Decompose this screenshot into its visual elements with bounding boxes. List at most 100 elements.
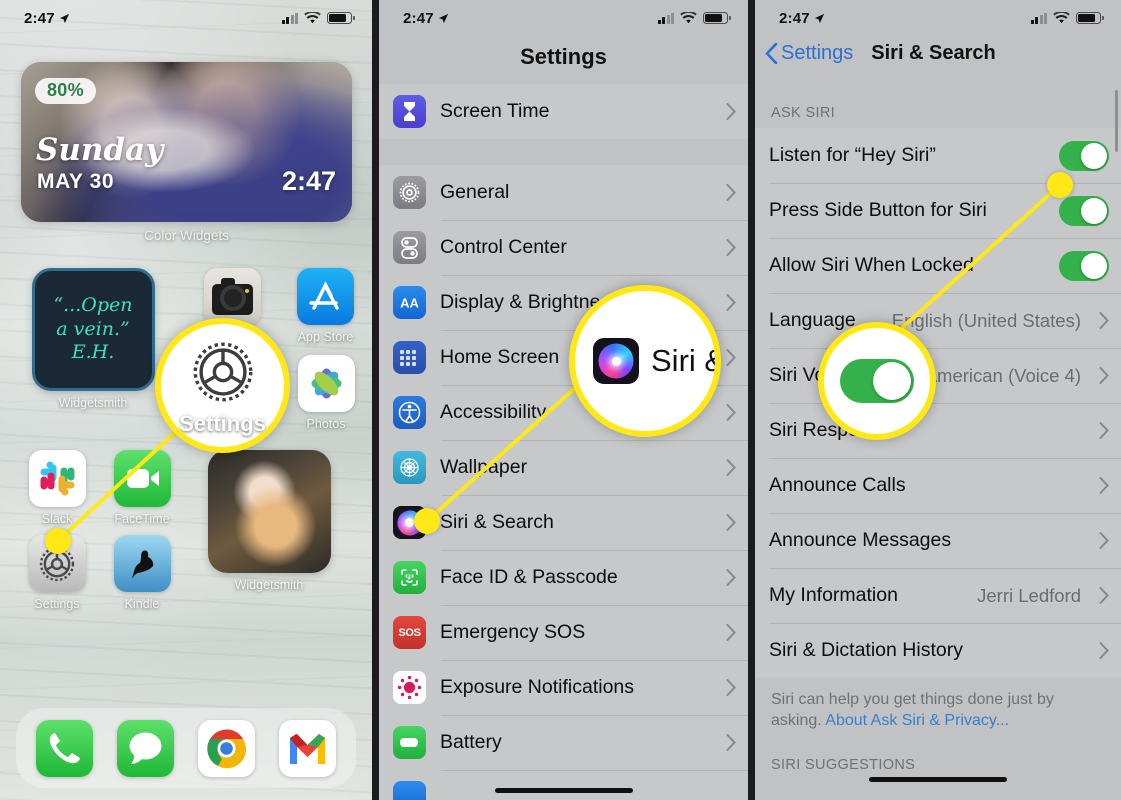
chevron-right-icon — [726, 679, 736, 696]
dock — [16, 708, 356, 788]
row-label: Siri & Search — [440, 511, 554, 533]
sidebar-item-emergency-sos[interactable]: SOS Emergency SOS — [379, 605, 748, 660]
widget-battery-badge: 80% — [35, 78, 96, 104]
chevron-right-icon — [1099, 422, 1109, 439]
navigation-bar: Settings Siri & Search — [755, 36, 1121, 79]
chevron-right-icon — [1099, 532, 1109, 549]
sidebar-item-home-screen[interactable]: Home Screen — [379, 330, 748, 385]
app-label-photos: Photos — [306, 417, 346, 431]
app-label-widgetsmith: Widgetsmith — [58, 396, 128, 410]
faceid-icon — [393, 561, 426, 594]
sidebar-item-control-center[interactable]: Control Center — [379, 220, 748, 275]
sos-icon: SOS — [393, 616, 426, 649]
app-icon-kindle[interactable]: Kindle — [95, 535, 189, 611]
row-label: Language — [769, 309, 856, 331]
wifi-icon — [680, 12, 697, 24]
facetime-icon — [113, 450, 171, 507]
gmail-icon[interactable] — [279, 719, 336, 777]
footer-text: Siri can help you get things done just b… — [755, 678, 1121, 738]
cellular-signal-icon — [281, 12, 298, 24]
row-label: General — [440, 181, 510, 203]
sidebar-item-general[interactable]: General — [379, 165, 748, 220]
battery-icon — [703, 12, 731, 24]
three-screen-tutorial: 2:47 80% Sunday MAY 30 2:47 Color Widget… — [0, 0, 1121, 800]
app-label-app-store: App Store — [297, 330, 354, 344]
siri-search-screen: 2:47 Settings Siri & Search ASK SIRI Lis… — [755, 0, 1121, 800]
row-press-side-button-for-siri[interactable]: Press Side Button for Siri — [755, 183, 1121, 238]
panel-divider-1 — [372, 0, 379, 800]
chevron-right-icon — [726, 239, 736, 256]
toggle-press-side-button[interactable] — [1059, 195, 1109, 226]
about-ask-siri-privacy-link[interactable]: About Ask Siri & Privacy... — [825, 712, 1009, 729]
page-title: Siri & Search — [871, 42, 996, 64]
row-language[interactable]: Language English (United States) — [755, 293, 1121, 348]
app-icon-photos[interactable]: Photos — [279, 355, 372, 431]
status-bar-settings: 2:47 — [379, 0, 748, 36]
app-icon-widgetsmith-photo[interactable]: Widgetsmith — [206, 450, 332, 592]
home-indicator — [869, 776, 1007, 782]
app-icon-slack[interactable]: Slack — [10, 450, 104, 526]
panel-divider-2 — [748, 0, 755, 800]
app-icon-facetime[interactable]: FaceTime — [95, 450, 189, 526]
row-label: Siri Responses — [769, 419, 901, 441]
row-label: Siri Voice — [769, 364, 851, 386]
color-widgets-widget[interactable]: 80% Sunday MAY 30 2:47 Color Widgets — [21, 62, 352, 243]
chevron-right-icon — [726, 294, 736, 311]
row-label: Home Screen — [440, 346, 560, 368]
row-label: Press Side Button for Siri — [769, 199, 987, 221]
gear-icon — [393, 176, 426, 209]
settings-group-1: Screen Time — [379, 84, 748, 139]
wifi-icon — [304, 12, 321, 24]
app-icon-widgetsmith-large[interactable]: “...Open a vein.” E.H. Widgetsmith — [0, 268, 186, 410]
toggle-allow-siri-when-locked[interactable] — [1059, 250, 1109, 281]
toggle-listen-for-hey-siri[interactable] — [1059, 140, 1109, 171]
sidebar-item-wallpaper[interactable]: Wallpaper — [379, 440, 748, 495]
row-label: Accessibility — [440, 401, 547, 423]
sidebar-item-battery[interactable]: Battery — [379, 715, 748, 770]
row-listen-for-hey-siri[interactable]: Listen for “Hey Siri” — [755, 128, 1121, 183]
flower-icon — [393, 451, 426, 484]
row-value: American (Voice 4) — [924, 364, 1081, 386]
sidebar-item-accessibility[interactable]: Accessibility — [379, 385, 748, 440]
app-label-settings: Settings — [34, 597, 80, 611]
page-title: Settings — [520, 44, 607, 69]
row-label: Announce Calls — [769, 474, 906, 496]
location-arrow-icon — [438, 13, 448, 23]
sidebar-item-face-id-passcode[interactable]: Face ID & Passcode — [379, 550, 748, 605]
widget-day: Sunday — [36, 132, 164, 168]
row-label: Control Center — [440, 236, 567, 258]
app-icon-camera[interactable] — [186, 268, 279, 410]
quote-line-3: E.H. — [71, 341, 115, 364]
back-button[interactable]: Settings — [765, 42, 853, 65]
app-icon-settings[interactable]: Settings — [10, 535, 104, 611]
row-announce-messages[interactable]: Announce Messages — [755, 513, 1121, 568]
chevron-right-icon — [1099, 367, 1109, 384]
sidebar-item-siri-search[interactable]: Siri & Search — [379, 495, 748, 550]
row-label: Announce Messages — [769, 529, 952, 551]
row-siri-dictation-history[interactable]: Siri & Dictation History — [755, 623, 1121, 678]
sidebar-item-exposure-notifications[interactable]: Exposure Notifications — [379, 660, 748, 715]
app-store-icon — [297, 268, 354, 325]
status-bar-time: 2:47 — [403, 9, 434, 27]
chevron-right-icon — [726, 569, 736, 586]
sidebar-item-partial[interactable] — [379, 770, 748, 800]
row-siri-voice[interactable]: Siri Voice American (Voice 4) — [755, 348, 1121, 403]
scrollbar[interactable] — [1115, 90, 1118, 152]
phone-icon[interactable] — [36, 719, 93, 777]
row-label: Battery — [440, 731, 502, 753]
quote-line-1: “...Open — [53, 293, 133, 316]
chevron-right-icon — [726, 459, 736, 476]
row-announce-calls[interactable]: Announce Calls — [755, 458, 1121, 513]
grid-icon — [393, 341, 426, 374]
row-siri-responses[interactable]: Siri Responses — [755, 403, 1121, 458]
row-allow-siri-when-locked[interactable]: Allow Siri When Locked — [755, 238, 1121, 293]
app-label-slack: Slack — [41, 512, 73, 526]
sidebar-item-screen-time[interactable]: Screen Time — [379, 84, 748, 139]
row-label: Exposure Notifications — [440, 676, 635, 698]
aa-icon: AA — [393, 286, 426, 319]
chrome-icon[interactable] — [198, 719, 255, 777]
messages-icon[interactable] — [117, 719, 174, 777]
row-my-information[interactable]: My Information Jerri Ledford — [755, 568, 1121, 623]
sidebar-item-display-brightness[interactable]: AA Display & Brightness — [379, 275, 748, 330]
home-indicator — [494, 787, 633, 793]
